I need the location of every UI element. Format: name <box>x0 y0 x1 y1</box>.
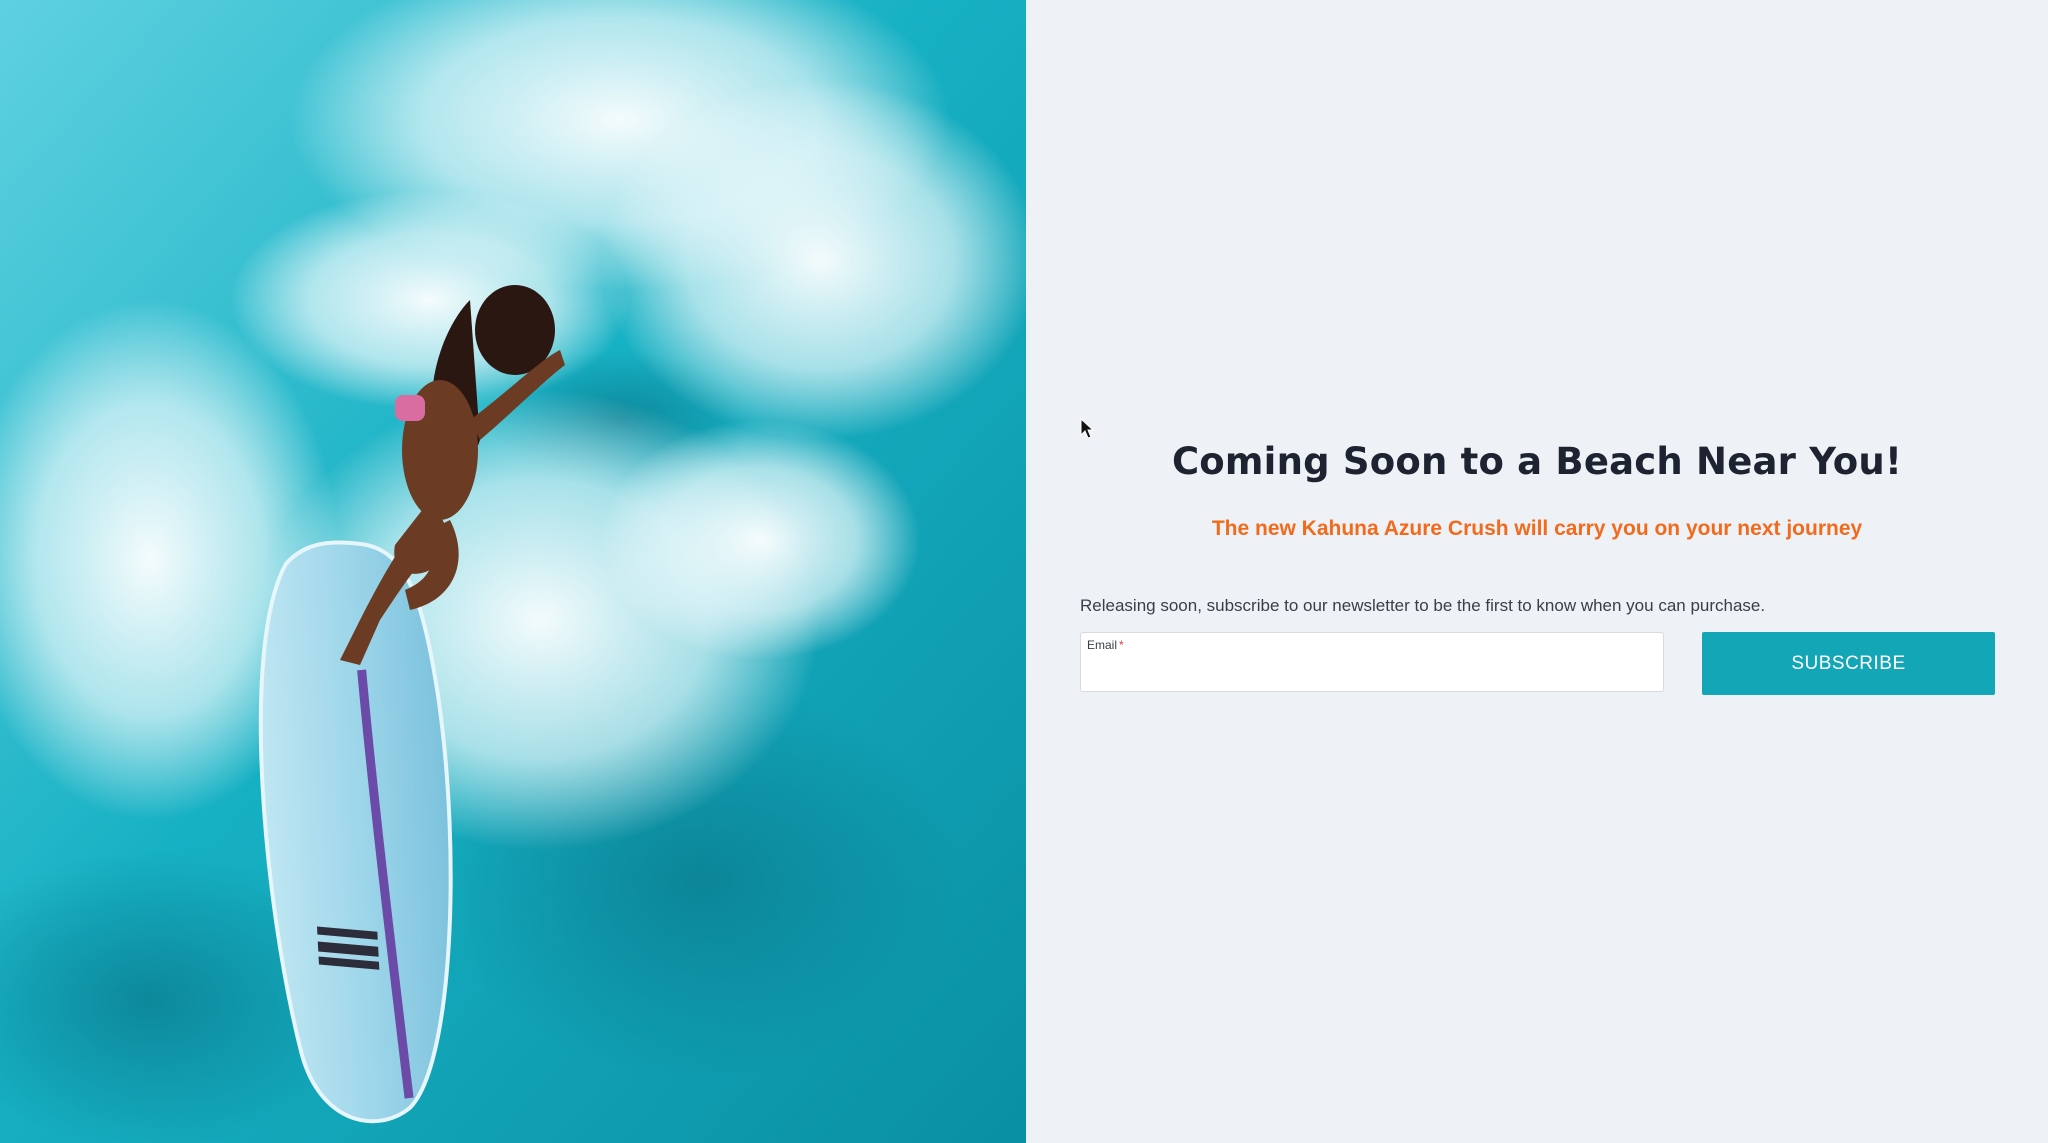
email-field[interactable]: Email * <box>1080 632 1664 692</box>
surfer-photo <box>0 0 1026 1143</box>
page-title: Coming Soon to a Beach Near You! <box>1171 440 1903 483</box>
subscribe-button[interactable]: SUBSCRIBE <box>1702 632 1995 695</box>
newsletter-description: Releasing soon, subscribe to our newslet… <box>1080 596 1766 615</box>
signup-panel: Coming Soon to a Beach Near You! The new… <box>1026 0 2048 1143</box>
email-input[interactable] <box>1087 661 1657 685</box>
email-label: Email * <box>1087 638 1124 652</box>
landing-page: Coming Soon to a Beach Near You! The new… <box>0 0 2048 1143</box>
email-label-text: Email <box>1087 638 1118 652</box>
page-subtitle: The new Kahuna Azure Crush will carry yo… <box>1211 517 1863 540</box>
mouse-pointer-icon <box>1080 418 1094 439</box>
hero-image <box>0 0 1026 1143</box>
required-marker: * <box>1119 638 1124 652</box>
